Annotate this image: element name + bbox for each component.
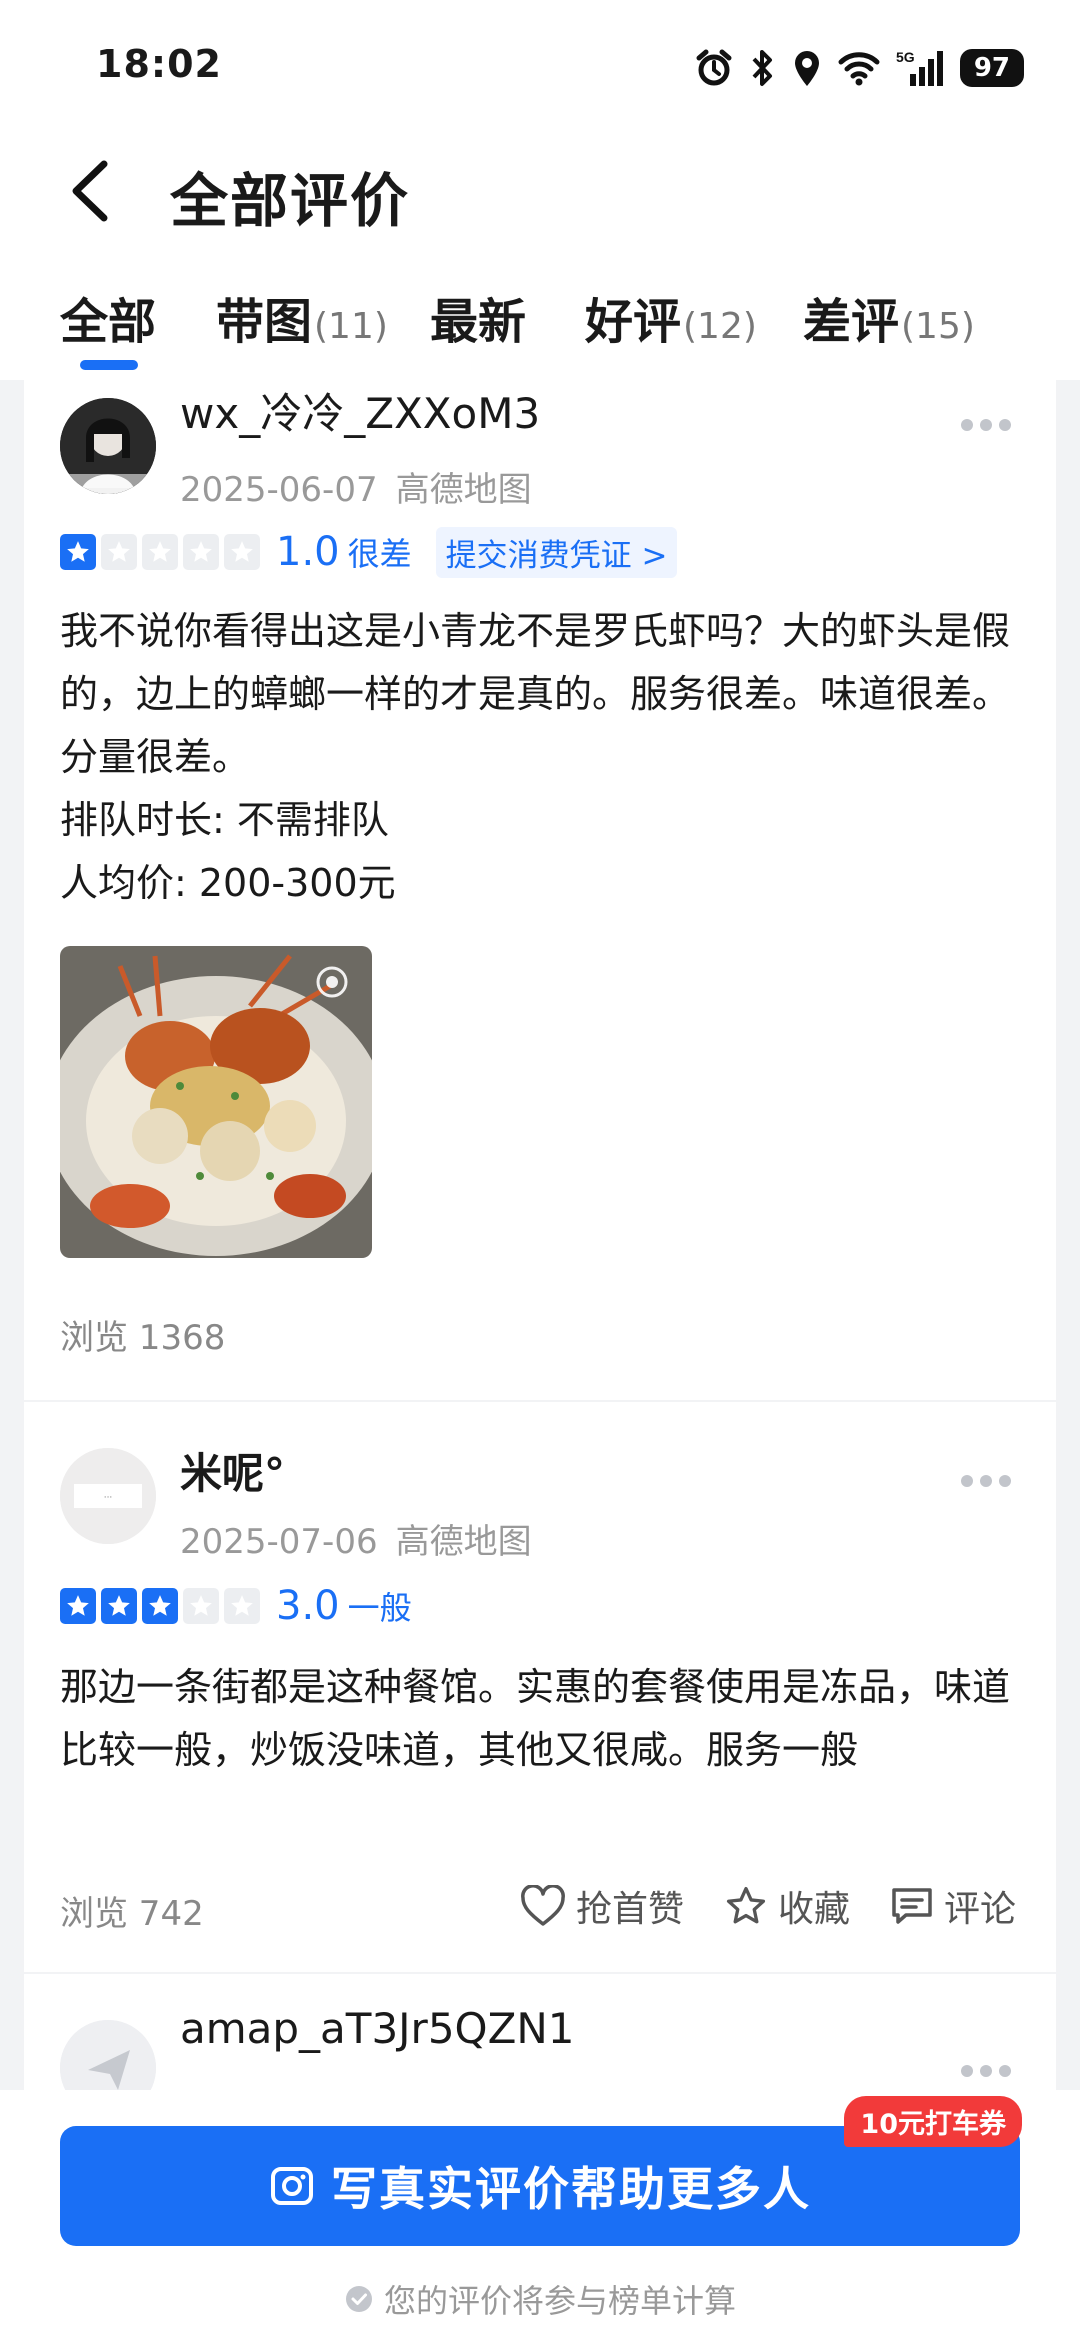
battery-indicator: 97: [959, 49, 1024, 87]
collect-label: 收藏: [777, 1889, 850, 1930]
filter-tabs: 全部 带图(11) 最新 好评(12) 差评(15): [0, 282, 1080, 382]
svg-text:···: ···: [104, 1493, 113, 1503]
review-meta: 2025-07-06 高德地图: [180, 1514, 532, 1563]
signal-5g-icon: 5G: [896, 49, 943, 86]
star-icon: [142, 1588, 178, 1624]
rating-row: 3.0 一般: [60, 1582, 412, 1630]
review-source: 高德地图: [395, 470, 532, 510]
review-list[interactable]: wx_冷冷_ZXXoM3 2025-06-07 高德地图 1.0 很差 提交消费凭…: [0, 380, 1080, 2116]
star-icon: [224, 1588, 260, 1624]
rating-row: 1.0 很差 提交消费凭证 >: [60, 526, 678, 578]
page-title: 全部评价: [170, 167, 411, 235]
more-options-icon[interactable]: [960, 418, 1012, 432]
tab-count: (12): [683, 306, 757, 347]
review-date: 2025-07-06: [180, 1522, 378, 1562]
review-photo[interactable]: [60, 946, 372, 1258]
review-source: 高德地图: [395, 1522, 532, 1562]
review-body: 我不说你看得出这是小青龙不是罗氏虾吗？大的虾头是假的，边上的蟑螂一样的才是真的。…: [60, 609, 1011, 779]
tab-label: 好评: [585, 294, 682, 350]
tab-label: 全部: [60, 294, 157, 350]
rating-score: 3.0: [276, 1583, 340, 1629]
tab-label: 带图: [216, 294, 313, 350]
star-rating: [60, 1588, 260, 1624]
star-icon: [224, 534, 260, 570]
queue-time: 排队时长: 不需排队: [60, 798, 389, 842]
tab-negative[interactable]: 差评(15): [803, 282, 975, 352]
star-icon: [101, 1588, 137, 1624]
submit-receipt-link[interactable]: 提交消费凭证 >: [435, 526, 678, 578]
comment-icon: [892, 1888, 932, 1924]
tab-with-photos[interactable]: 带图(11): [216, 282, 388, 352]
review-actions: 抢首赞 收藏 评论: [520, 1880, 1016, 1932]
tab-count: (11): [314, 306, 388, 347]
review-card: amap_aT3Jr5QZN1: [24, 1974, 1056, 2116]
view-count: 浏览 1368: [60, 1318, 226, 1358]
star-icon: [101, 534, 137, 570]
star-icon: [60, 534, 96, 570]
cta-label: 写真实评价帮助更多人: [331, 2162, 811, 2216]
heart-icon: [521, 1885, 565, 1926]
review-body: 那边一条街都是这种餐馆。实惠的套餐使用是冻品，味道比较一般，炒饭没味道，其他又很…: [60, 1665, 1011, 1772]
reviewer-name[interactable]: wx_冷冷_ZXXoM3: [180, 380, 540, 441]
more-options-icon[interactable]: [960, 2064, 1012, 2078]
header: 全部评价: [0, 130, 1080, 250]
svg-text:5G: 5G: [896, 49, 915, 65]
status-icons: 5G 97: [694, 44, 1024, 92]
tab-label: 最新: [430, 294, 527, 350]
star-icon: [183, 1588, 219, 1624]
star-icon: [142, 534, 178, 570]
review-text: 那边一条街都是这种餐馆。实惠的套餐使用是冻品，味道比较一般，炒饭没味道，其他又很…: [60, 1656, 1030, 1782]
comment-label: 评论: [943, 1889, 1016, 1930]
avg-price: 人均价: 200-300元: [60, 861, 396, 905]
star-outline-icon: [726, 1886, 766, 1924]
reviewer-name[interactable]: amap_aT3Jr5QZN1: [180, 2004, 575, 2053]
status-bar: 18:02 5G 97: [0, 0, 1080, 130]
tab-all[interactable]: 全部: [60, 282, 156, 352]
reviewer-name[interactable]: 米呢°: [180, 1440, 285, 1501]
collect-button[interactable]: 收藏: [724, 1880, 850, 1932]
review-meta: 2025-06-07 高德地图: [180, 462, 532, 511]
comment-button[interactable]: 评论: [890, 1880, 1016, 1932]
check-badge-icon: [345, 2286, 372, 2312]
tab-label: 差评: [803, 294, 900, 350]
like-button[interactable]: 抢首赞: [520, 1880, 684, 1932]
tab-latest[interactable]: 最新: [430, 282, 526, 352]
rating-score: 1.0: [276, 529, 340, 575]
view-count: 浏览 742: [60, 1894, 204, 1934]
tab-positive[interactable]: 好评(12): [585, 282, 757, 352]
wifi-icon: [838, 52, 880, 86]
location-icon: [794, 51, 819, 86]
back-arrow-icon[interactable]: [62, 156, 122, 226]
like-label: 抢首赞: [575, 1889, 684, 1930]
coupon-badge: 10元打车券: [844, 2096, 1022, 2147]
review-card: ··· 米呢° 2025-07-06 高德地图 3.0 一般 那边一条街都是这种餐…: [24, 1402, 1056, 1972]
alarm-icon: [696, 49, 732, 86]
tab-count: (15): [901, 306, 975, 347]
camera-icon: [271, 2167, 313, 2205]
bottom-bar: 写真实评价帮助更多人 10元打车券 您的评价将参与榜单计算: [0, 2090, 1080, 2344]
footer-note: 您的评价将参与榜单计算: [0, 2276, 1080, 2322]
review-date: 2025-06-07: [180, 470, 378, 510]
active-tab-indicator: [80, 360, 138, 370]
bluetooth-icon: [752, 50, 772, 86]
review-text: 我不说你看得出这是小青龙不是罗氏虾吗？大的虾头是假的，边上的蟑螂一样的才是真的。…: [60, 600, 1030, 915]
status-time: 18:02: [96, 42, 222, 86]
review-card: wx_冷冷_ZXXoM3 2025-06-07 高德地图 1.0 很差 提交消费凭…: [24, 380, 1056, 1400]
star-icon: [183, 534, 219, 570]
star-icon: [60, 1588, 96, 1624]
more-options-icon[interactable]: [960, 1474, 1012, 1488]
footer-note-text: 您的评价将参与榜单计算: [383, 2282, 736, 2320]
star-rating: [60, 534, 260, 570]
rating-word: 很差: [347, 535, 412, 573]
rating-word: 一般: [347, 1589, 412, 1627]
avatar[interactable]: ···: [60, 1448, 156, 1544]
avatar[interactable]: [60, 398, 156, 494]
